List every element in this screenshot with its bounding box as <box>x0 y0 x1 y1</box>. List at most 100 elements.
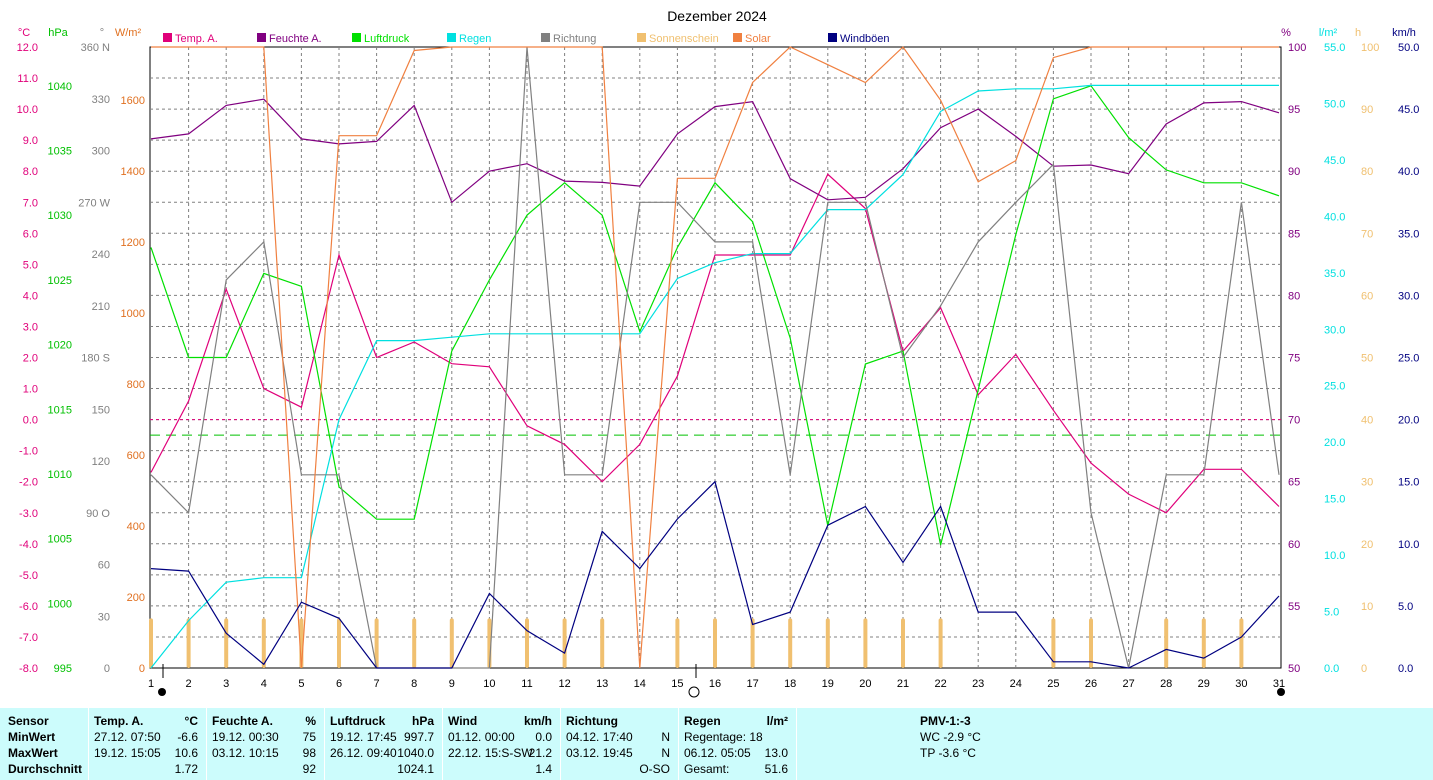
stats-humidity-min-val: 75 <box>302 730 316 744</box>
stats-rain-unit: l/m² <box>766 714 788 728</box>
tick-label-humidity: 95 <box>1288 104 1300 116</box>
x-tick-label: 10 <box>483 678 495 690</box>
stats-humidity-min-time: 19.12. 00:30 <box>212 730 279 744</box>
tick-label-direction: 240 <box>92 249 110 261</box>
sunshine-bar <box>149 618 153 668</box>
stats-row-max: MaxWert <box>8 746 58 760</box>
stats-rain-max-time: 06.12. 05:05 <box>684 746 751 760</box>
tick-label-temp: -2.0 <box>19 477 38 489</box>
x-tick-label: 13 <box>596 678 608 690</box>
tick-label-solar: 1000 <box>121 308 145 320</box>
stats-wind-max-time: 22.12. 15:S-SW <box>448 746 533 760</box>
tick-label-temp: 7.0 <box>23 197 38 209</box>
stats-direction-max-time: 03.12. 19:45 <box>566 746 633 760</box>
tick-label-rain: 35.0 <box>1324 268 1345 280</box>
x-tick-label: 27 <box>1122 678 1134 690</box>
stats-humidity: Feuchte A. % 19.12. 00:30 75 03.12. 10:1… <box>207 708 324 780</box>
moon-phase-full-icon <box>688 686 700 698</box>
tick-label-temp: 4.0 <box>23 290 38 302</box>
legend-swatch <box>637 33 646 42</box>
tick-label-humidity: 55 <box>1288 601 1300 613</box>
tick-label-solar: 1200 <box>121 237 145 249</box>
tick-label-temp: 1.0 <box>23 384 38 396</box>
tick-label-temp: 8.0 <box>23 166 38 178</box>
x-tick-label: 3 <box>223 678 229 690</box>
stats-pressure: Luftdruck hPa 19.12. 17:45 997.7 26.12. … <box>325 708 442 780</box>
tick-label-rain: 30.0 <box>1324 324 1345 336</box>
stats-row-min: MinWert <box>8 730 56 744</box>
legend-swatch <box>541 33 550 42</box>
stats-pressure-max-val: 1040.0 <box>397 746 434 760</box>
stats-direction-min-time: 04.12. 17:40 <box>566 730 633 744</box>
axis-unit-wind: km/h <box>1392 27 1416 39</box>
tick-label-direction: 30 <box>98 611 110 623</box>
tick-label-direction: 90 O <box>86 508 110 520</box>
sunshine-bar <box>863 618 868 668</box>
stats-wind-min-time: 01.12. 00:00 <box>448 730 515 744</box>
sunshine-bar <box>1164 618 1169 668</box>
legend-swatch <box>163 33 172 42</box>
stats-wind-title: Wind <box>448 714 478 728</box>
stats-temp-min-val: -6.6 <box>177 730 198 744</box>
sunshine-bar <box>261 618 266 668</box>
sunshine-bar <box>788 618 793 668</box>
x-tick-label: 16 <box>709 678 721 690</box>
stats-rain-total-val: 51.6 <box>764 762 788 776</box>
chart-title: Dezember 2024 <box>667 8 767 24</box>
x-tick-label: 24 <box>1010 678 1022 690</box>
tick-label-wind: 45.0 <box>1398 104 1419 116</box>
stats-rain-days: Regentage: 18 <box>684 730 763 744</box>
tick-label-pressure: 1015 <box>48 404 72 416</box>
tick-label-direction: 300 <box>92 146 110 158</box>
x-tick-label: 7 <box>374 678 380 690</box>
x-tick-label: 6 <box>336 678 342 690</box>
tick-label-temp: -7.0 <box>19 632 38 644</box>
tick-label-temp: -3.0 <box>19 508 38 520</box>
tick-label-direction: 210 <box>92 301 110 313</box>
stats-direction-max-val: N <box>661 746 670 760</box>
tick-label-solar: 1600 <box>121 95 145 107</box>
tick-label-wind: 15.0 <box>1398 477 1419 489</box>
x-tick-label: 20 <box>859 678 871 690</box>
x-tick-label: 2 <box>186 678 192 690</box>
tick-label-direction: 180 S <box>81 353 110 365</box>
tick-label-pressure: 1035 <box>48 146 72 158</box>
stats-wind-unit: km/h <box>523 714 552 728</box>
stats-humidity-max-time: 03.12. 10:15 <box>212 746 279 760</box>
sunshine-bar <box>1201 618 1206 668</box>
axis-unit-sunshine: h <box>1355 27 1361 39</box>
legend-swatch <box>828 33 837 42</box>
legend-swatch <box>733 33 742 42</box>
legend-label: Feuchte A. <box>269 33 322 45</box>
stats-sensor-title: Sensor <box>8 714 49 728</box>
stats-humidity-title: Feuchte A. <box>212 714 273 728</box>
tick-label-sunshine: 80 <box>1361 166 1373 178</box>
tick-label-pressure: 995 <box>54 663 72 675</box>
tick-label-humidity: 65 <box>1288 477 1300 489</box>
tick-label-solar: 200 <box>127 592 145 604</box>
sunshine-bar <box>825 618 830 668</box>
tick-label-pressure: 1010 <box>48 469 72 481</box>
x-tick-label: 23 <box>972 678 984 690</box>
tick-label-humidity: 90 <box>1288 166 1300 178</box>
stats-wind-min-val: 0.0 <box>535 730 552 744</box>
tick-label-pressure: 1025 <box>48 275 72 287</box>
stats-temp: Temp. A. °C 27.12. 07:50 -6.6 19.12. 15:… <box>89 708 206 780</box>
tick-label-sunshine: 50 <box>1361 353 1373 365</box>
tick-label-pressure: 1030 <box>48 210 72 222</box>
tick-label-temp: 10.0 <box>17 104 38 116</box>
sunshine-bar <box>600 618 605 668</box>
stats-pmv: PMV-1:-3 WC -2.9 °C TP -3.6 °C <box>797 708 1097 780</box>
tick-label-sunshine: 70 <box>1361 228 1373 240</box>
x-tick-label: 17 <box>746 678 758 690</box>
tick-label-wind: 25.0 <box>1398 353 1419 365</box>
tick-label-sunshine: 10 <box>1361 601 1373 613</box>
x-tick-label: 14 <box>634 678 646 690</box>
stats-pressure-unit: hPa <box>411 714 434 728</box>
stats-temp-title: Temp. A. <box>94 714 144 728</box>
tick-label-wind: 35.0 <box>1398 228 1419 240</box>
stats-temp-max-val: 10.6 <box>174 746 198 760</box>
tick-label-sunshine: 30 <box>1361 477 1373 489</box>
tick-label-wind: 0.0 <box>1398 663 1413 675</box>
tick-label-sunshine: 0 <box>1361 663 1367 675</box>
